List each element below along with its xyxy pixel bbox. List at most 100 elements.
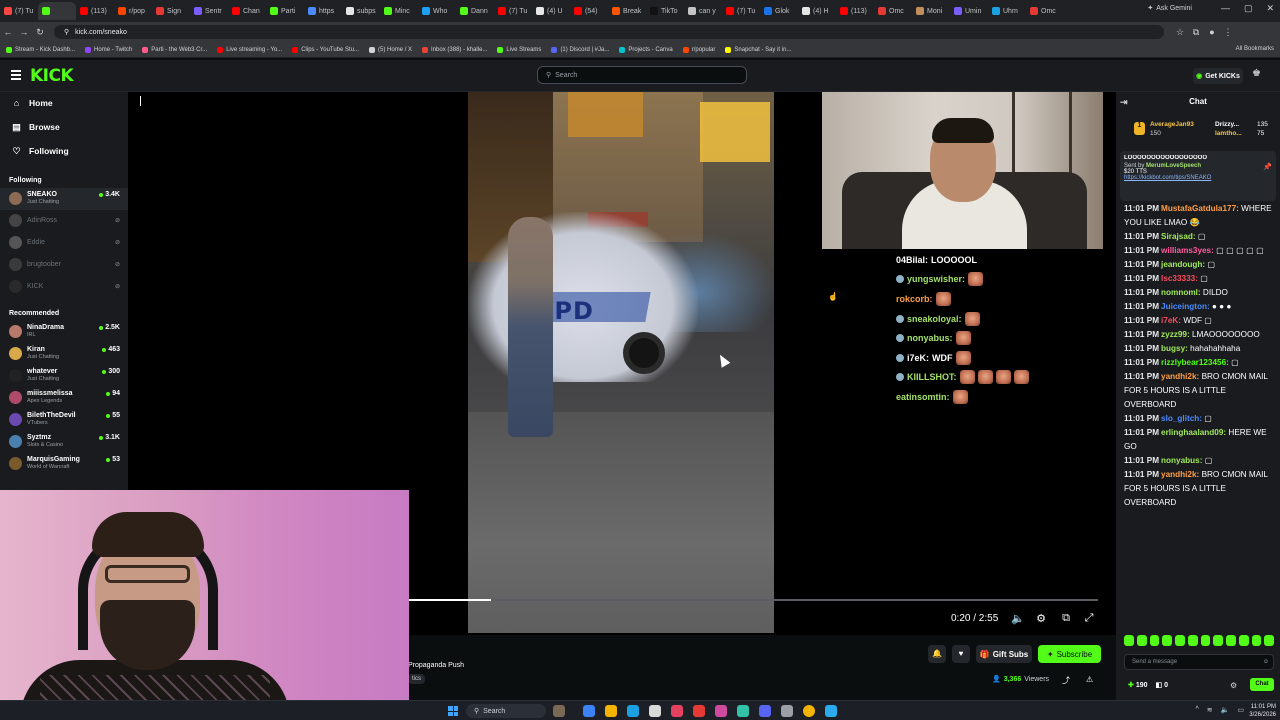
chat-settings-icon[interactable]: ⚙ [1230, 681, 1237, 690]
bookmark-item[interactable]: (5) Home / X [369, 46, 412, 53]
browser-tab[interactable]: Omc [874, 2, 912, 20]
sidebar-channel-syztmz[interactable]: Syztmz Slots & Casino 3.1K [0, 431, 128, 453]
emote-icon[interactable] [1264, 635, 1274, 646]
follow-heart-button[interactable]: ♥ [952, 645, 970, 663]
bookmark-item[interactable]: Home - Twitch [85, 46, 132, 53]
browser-tab[interactable]: (113) [836, 2, 874, 20]
browser-tab[interactable]: TikTo [646, 2, 684, 20]
get-kicks-button[interactable]: ◉ Get KICKs [1193, 68, 1243, 84]
emote-icon[interactable] [1175, 635, 1185, 646]
chat-message[interactable]: 11:01 PM yandhi2k: BRO CMON MAIL FOR 5 HO… [1124, 468, 1280, 510]
emote-icon[interactable] [1200, 635, 1211, 646]
ask-gemini-button[interactable]: ✦ Ask Gemini [1147, 4, 1192, 13]
taskbar-clock[interactable]: 11:01 PM 3/26/2026 [1249, 703, 1276, 719]
sidebar-channel-eddie[interactable]: Eddie ⊘ [0, 232, 128, 254]
chat-username[interactable]: williams3yes: [1161, 246, 1214, 255]
chat-username[interactable]: rizzlybear123456: [1161, 358, 1229, 367]
browser-tab[interactable]: https [304, 2, 342, 20]
bookmark-item[interactable]: Clips - YouTube Stu... [292, 46, 359, 53]
notification-bell-button[interactable]: 🔔 [928, 645, 946, 663]
emote-icon[interactable] [1251, 635, 1262, 646]
browser-tab[interactable]: Umin [950, 2, 988, 20]
browser-tab[interactable]: Parti [266, 2, 304, 20]
chat-message[interactable]: 11:01 PM lsc33333: ▢ [1124, 272, 1280, 286]
settings-gear-icon[interactable]: ⚙ [1034, 612, 1048, 625]
progress-bar[interactable] [408, 599, 1098, 601]
bookmark-star-icon[interactable]: ☆ [1172, 27, 1188, 38]
chat-message[interactable]: 11:01 PM Sirajsad: ▢ [1124, 230, 1280, 244]
chat-message[interactable]: 11:01 PM nomnoml: DILDO [1124, 286, 1280, 300]
all-bookmarks-button[interactable]: All Bookmarks [1236, 46, 1274, 52]
fullscreen-icon[interactable]: ⤢ [1082, 612, 1096, 625]
file-explorer-icon[interactable] [605, 705, 617, 717]
bookmark-item[interactable]: Parti - the Web3 Cr... [142, 46, 207, 53]
browser-tab[interactable]: Who [418, 2, 456, 20]
browser-tab[interactable]: (7) Tu [494, 2, 532, 20]
chat-message[interactable]: 11:01 PM jeandough: ▢ [1124, 258, 1280, 272]
chat-username[interactable]: yandhi2k: [1161, 470, 1199, 479]
sidebar-channel-ninadrama[interactable]: NinaDrama IRL 2.5K [0, 321, 128, 343]
chat-message[interactable]: 11:01 PM Juiceington: ● ● ● [1124, 300, 1280, 314]
chat-input[interactable]: Send a message ☺ [1124, 654, 1274, 670]
browser-tab[interactable]: (4) H [798, 2, 836, 20]
extensions-icon[interactable]: ⧉ [1188, 27, 1204, 38]
browser-tab[interactable]: (7) Tu [722, 2, 760, 20]
telegram-icon[interactable] [825, 705, 837, 717]
bookmark-item[interactable]: Projects - Canva [619, 46, 673, 53]
browser-tab[interactable]: Uhm [988, 2, 1026, 20]
browser-tab[interactable] [38, 2, 76, 20]
speaker-icon[interactable]: 🔈 [1221, 706, 1230, 714]
chat-username[interactable]: jeandough: [1161, 260, 1205, 269]
bookmark-item[interactable]: Live streaming - Yo... [217, 46, 282, 53]
sidebar-channel-adinross[interactable]: AdinRoss ⊘ [0, 210, 128, 232]
emote-icon[interactable] [1238, 635, 1249, 646]
subscribe-button[interactable]: ✦ Subscribe [1038, 645, 1101, 663]
pinned-link[interactable]: https://kickbot.com/tips/SNEAKO [1124, 175, 1211, 181]
chat-message[interactable]: 11:01 PM erlinghaaland09: HERE WE GO [1124, 426, 1280, 454]
bookmark-item[interactable]: (1) Discord | #Ja... [551, 46, 609, 53]
site-info-icon[interactable]: ⚲ [64, 28, 69, 36]
browser-tab[interactable]: (54) [570, 2, 608, 20]
minimize-icon[interactable]: — [1221, 3, 1230, 14]
taskbar-app-icon[interactable] [553, 705, 565, 717]
bookmark-item[interactable]: Stream - Kick Dashb... [6, 46, 75, 53]
url-field[interactable]: ⚲ kick.com/sneako [54, 25, 1164, 39]
pinned-tip-message[interactable]: LOOOOOOOOOOOOOOOOO Sent by MerumLoveSpee… [1120, 151, 1276, 201]
sidebar-channel-marquisgaming[interactable]: MarquisGaming World of Warcraft 53 [0, 453, 128, 475]
chat-message[interactable]: 11:01 PM i7eK: WDF ▢ [1124, 314, 1280, 328]
browser-tab[interactable]: can y [684, 2, 722, 20]
sidebar-channel-kick[interactable]: KICK ⊘ [0, 276, 128, 298]
theater-mode-icon[interactable]: ⧉ [1059, 612, 1073, 625]
taskbar-app-icon[interactable] [671, 705, 683, 717]
chat-username[interactable]: nonyabus: [1161, 456, 1202, 465]
bookmark-item[interactable]: Inbox (388) - khalle... [422, 46, 487, 53]
chat-message[interactable]: 11:01 PM nonyabus: ▢ [1124, 454, 1280, 468]
collapse-chat-icon[interactable]: ⇥ [1120, 92, 1128, 112]
emote-icon[interactable] [1136, 635, 1147, 646]
chat-message[interactable]: 11:01 PM bugsy: hahahahhaha [1124, 342, 1280, 356]
browser-tab[interactable]: (113) [76, 2, 114, 20]
chat-username[interactable]: yandhi2k: [1161, 372, 1199, 381]
browser-tab[interactable]: Omc [1026, 2, 1064, 20]
profile-icon[interactable]: ● [1204, 27, 1220, 37]
bookmark-item[interactable]: r/popular [682, 46, 715, 53]
taskbar-app-icon[interactable] [715, 705, 727, 717]
chat-message[interactable]: 11:01 PM zyzz99: LMAOOOOOOOO [1124, 328, 1280, 342]
chat-message[interactable]: 11:01 PM williams3yes: ▢ ▢ ▢ ▢ ▢ [1124, 244, 1280, 258]
windows-start-icon[interactable] [448, 706, 458, 716]
gift-subs-button[interactable]: 🎁 Gift Subs [976, 645, 1032, 663]
share-icon[interactable]: ⤴ [1062, 675, 1070, 686]
browser-tab[interactable]: Sentr [190, 2, 228, 20]
sidebar-channel-sneako[interactable]: SNEAKO Just Chatting 3.4K [0, 188, 128, 210]
taskbar-app-icon[interactable] [737, 705, 749, 717]
edge-icon[interactable] [627, 705, 639, 717]
chat-username[interactable]: nomnoml: [1161, 288, 1201, 297]
browser-tab[interactable]: r/pop [114, 2, 152, 20]
emote-icon[interactable] [1213, 635, 1223, 646]
user-avatar[interactable]: ♚ [1252, 68, 1264, 82]
stream-category-tag[interactable]: tics [408, 674, 425, 684]
gift-leaderboard[interactable]: 1 AverageJan93 150 Drizzy... 135 lamtho.… [1130, 119, 1275, 139]
taskbar-app-icon[interactable] [781, 705, 793, 717]
chat-send-button[interactable]: Chat [1250, 678, 1274, 691]
emote-quick-bar[interactable] [1124, 635, 1274, 647]
